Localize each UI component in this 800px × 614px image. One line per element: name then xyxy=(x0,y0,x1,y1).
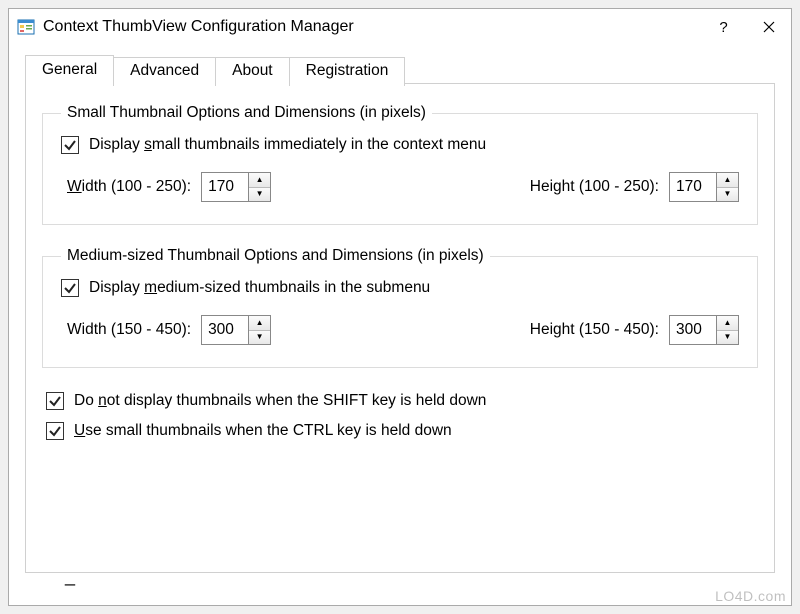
checkbox-icon xyxy=(61,136,79,154)
display-small-checkbox-row[interactable]: Display small thumbnails immediately in … xyxy=(61,136,739,154)
spin-up-icon[interactable]: ▲ xyxy=(717,316,738,331)
shift-key-checkbox-row[interactable]: Do not display thumbnails when the SHIFT… xyxy=(46,392,754,410)
medium-height-label: Height (150 - 450): xyxy=(530,321,659,339)
medium-height-input[interactable] xyxy=(669,315,717,345)
small-width-spinner: ▲ ▼ xyxy=(249,172,271,202)
medium-width-spinner: ▲ ▼ xyxy=(249,315,271,345)
small-height-label: Height (100 - 250): xyxy=(530,178,659,196)
medium-dims-row: Width (150 - 450): ▲ ▼ Height (150 - 450… xyxy=(61,315,739,345)
spin-up-icon[interactable]: ▲ xyxy=(249,316,270,331)
tab-advanced[interactable]: Advanced xyxy=(113,57,216,86)
medium-width-group: Width (150 - 450): ▲ ▼ xyxy=(67,315,271,345)
checkbox-icon xyxy=(46,422,64,440)
spin-up-icon[interactable]: ▲ xyxy=(717,173,738,188)
spin-down-icon[interactable]: ▼ xyxy=(249,188,270,202)
small-width-input[interactable] xyxy=(201,172,249,202)
tab-container: General Advanced About Registration Smal… xyxy=(25,55,775,573)
small-dims-row: Width (100 - 250): ▲ ▼ Height (100 - 250… xyxy=(61,172,739,202)
small-height-spinner: ▲ ▼ xyxy=(717,172,739,202)
window-controls: ? xyxy=(701,9,791,45)
app-icon xyxy=(17,18,35,36)
help-button[interactable]: ? xyxy=(701,9,746,45)
spin-down-icon[interactable]: ▼ xyxy=(717,188,738,202)
tab-registration[interactable]: Registration xyxy=(289,57,406,86)
medium-width-input-wrap: ▲ ▼ xyxy=(201,315,271,345)
tab-general[interactable]: General xyxy=(25,55,114,84)
small-group-legend: Small Thumbnail Options and Dimensions (… xyxy=(61,104,432,122)
medium-thumbnail-group: Medium-sized Thumbnail Options and Dimen… xyxy=(42,247,758,368)
spin-up-icon[interactable]: ▲ xyxy=(249,173,270,188)
titlebar: Context ThumbView Configuration Manager … xyxy=(9,9,791,45)
medium-width-label: Width (150 - 450): xyxy=(67,321,191,339)
spin-down-icon[interactable]: ▼ xyxy=(717,331,738,345)
bottom-mark: _ xyxy=(65,566,75,587)
tab-panel-general: Small Thumbnail Options and Dimensions (… xyxy=(25,83,775,573)
shift-key-label: Do not display thumbnails when the SHIFT… xyxy=(74,392,486,410)
ctrl-key-checkbox-row[interactable]: Use small thumbnails when the CTRL key i… xyxy=(46,422,754,440)
small-width-group: Width (100 - 250): ▲ ▼ xyxy=(67,172,271,202)
medium-group-legend: Medium-sized Thumbnail Options and Dimen… xyxy=(61,247,490,265)
small-width-label: Width (100 - 250): xyxy=(67,178,191,196)
display-small-label: Display small thumbnails immediately in … xyxy=(89,136,486,154)
close-button[interactable] xyxy=(746,9,791,45)
small-height-group: Height (100 - 250): ▲ ▼ xyxy=(530,172,739,202)
small-height-input-wrap: ▲ ▼ xyxy=(669,172,739,202)
medium-height-spinner: ▲ ▼ xyxy=(717,315,739,345)
small-width-input-wrap: ▲ ▼ xyxy=(201,172,271,202)
checkbox-icon xyxy=(46,392,64,410)
medium-height-group: Height (150 - 450): ▲ ▼ xyxy=(530,315,739,345)
small-height-input[interactable] xyxy=(669,172,717,202)
ctrl-key-label: Use small thumbnails when the CTRL key i… xyxy=(74,422,452,440)
checkbox-icon xyxy=(61,279,79,297)
tab-about[interactable]: About xyxy=(215,57,290,86)
small-thumbnail-group: Small Thumbnail Options and Dimensions (… xyxy=(42,104,758,225)
medium-height-input-wrap: ▲ ▼ xyxy=(669,315,739,345)
watermark: LO4D.com xyxy=(715,588,786,604)
tab-strip: General Advanced About Registration xyxy=(25,55,775,84)
display-medium-checkbox-row[interactable]: Display medium-sized thumbnails in the s… xyxy=(61,279,739,297)
extra-options: Do not display thumbnails when the SHIFT… xyxy=(42,390,758,440)
medium-width-input[interactable] xyxy=(201,315,249,345)
display-medium-label: Display medium-sized thumbnails in the s… xyxy=(89,279,430,297)
dialog-window: Context ThumbView Configuration Manager … xyxy=(8,8,792,606)
window-title: Context ThumbView Configuration Manager xyxy=(43,18,701,36)
spin-down-icon[interactable]: ▼ xyxy=(249,331,270,345)
